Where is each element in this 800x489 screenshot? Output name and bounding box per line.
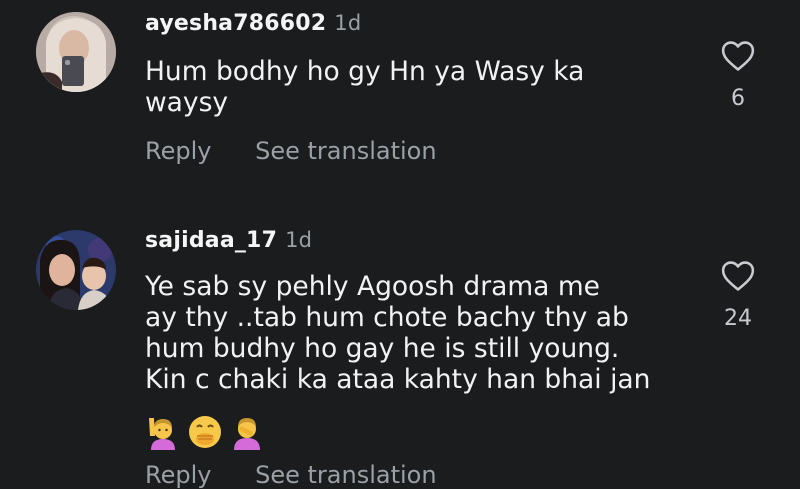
comment-text-line: Ye sab sy pehly Agoosh drama me (145, 271, 600, 302)
comment-text-line: Kin c chaki ka ataa kahty han bhai jan (145, 364, 651, 395)
avatar[interactable] (36, 230, 116, 310)
comment-actions: Reply See translation (145, 461, 437, 489)
username-text[interactable]: sajidaa_17 (145, 228, 277, 253)
like-count: 24 (724, 306, 752, 331)
reply-button[interactable]: Reply (145, 461, 211, 489)
face-with-hand-over-mouth-emoji (187, 414, 223, 450)
comment-timestamp: 1d (285, 228, 313, 252)
person-raising-hand-emoji (145, 414, 181, 450)
see-translation-button[interactable]: See translation (255, 461, 436, 489)
like-control: 24 (712, 260, 764, 331)
comment-username[interactable]: sajidaa_17 1d (145, 228, 312, 253)
comment-text-line: ay thy ..tab hum chote bachy thy ab (145, 302, 629, 333)
comment-item: sajidaa_17 1d Ye sab sy pehly Agoosh dram… (0, 0, 800, 489)
comment-text-line: hum budhy ho gay he is still young. (145, 333, 620, 364)
avatar-image (36, 230, 116, 310)
person-facepalming-emoji (229, 414, 265, 450)
comment-text: Ye sab sy pehly Agoosh drama me ay thy .… (145, 271, 705, 395)
heart-icon[interactable] (721, 260, 755, 292)
emoji-row (145, 414, 265, 450)
